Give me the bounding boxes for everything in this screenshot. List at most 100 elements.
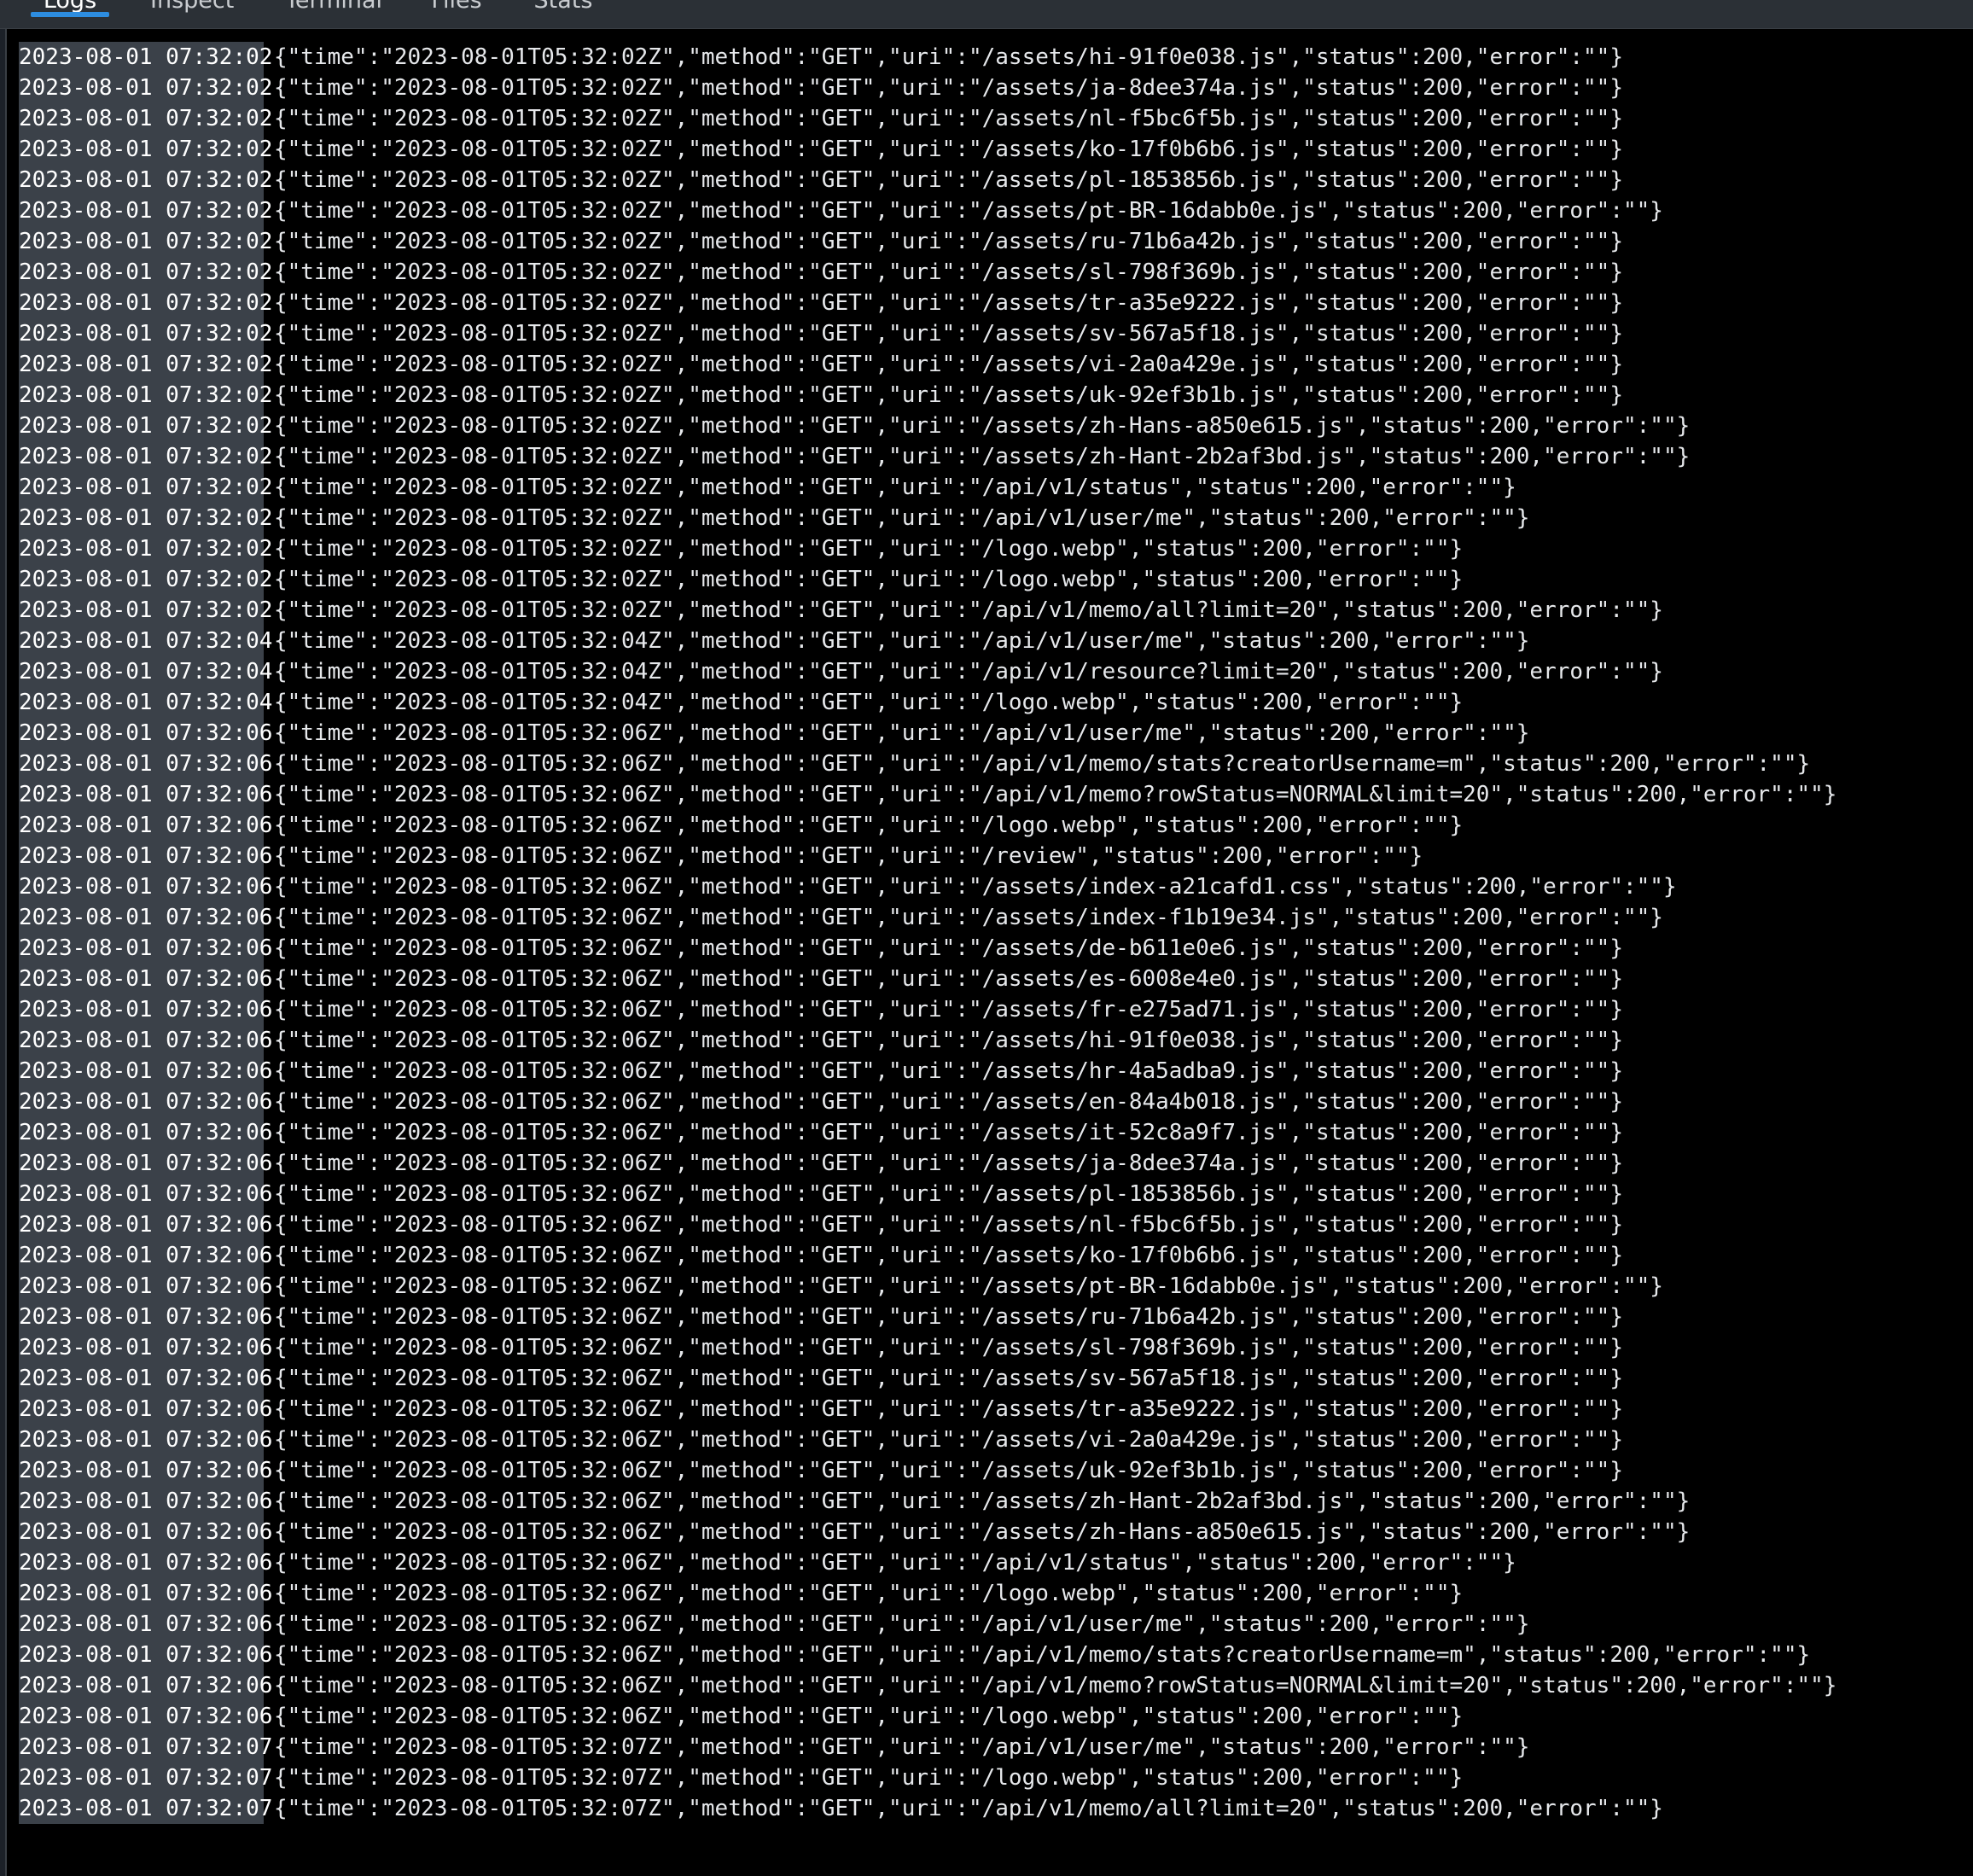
log-message: {"time":"2023-08-01T05:32:07Z","method":… bbox=[274, 1796, 1663, 1821]
log-line: 2023-08-01 07:32:02{"time":"2023-08-01T0… bbox=[19, 441, 1836, 472]
log-line: 2023-08-01 07:32:06{"time":"2023-08-01T0… bbox=[19, 1240, 1836, 1271]
log-line: 2023-08-01 07:32:04{"time":"2023-08-01T0… bbox=[19, 626, 1836, 656]
log-timestamp: 2023-08-01 07:32:06 bbox=[19, 1209, 272, 1240]
log-message: {"time":"2023-08-01T05:32:06Z","method":… bbox=[274, 1181, 1623, 1207]
log-message: {"time":"2023-08-01T05:32:02Z","method":… bbox=[274, 475, 1516, 500]
log-timestamp: 2023-08-01 07:32:02 bbox=[19, 564, 272, 595]
log-timestamp: 2023-08-01 07:32:04 bbox=[19, 687, 272, 718]
log-message: {"time":"2023-08-01T05:32:02Z","method":… bbox=[274, 290, 1623, 316]
log-message: {"time":"2023-08-01T05:32:06Z","method":… bbox=[274, 1089, 1623, 1115]
log-line: 2023-08-01 07:32:02{"time":"2023-08-01T0… bbox=[19, 380, 1836, 411]
log-line: 2023-08-01 07:32:06{"time":"2023-08-01T0… bbox=[19, 718, 1836, 749]
log-timestamp: 2023-08-01 07:32:06 bbox=[19, 841, 272, 871]
log-timestamp: 2023-08-01 07:32:02 bbox=[19, 257, 272, 288]
log-timestamp: 2023-08-01 07:32:06 bbox=[19, 810, 272, 841]
log-message: {"time":"2023-08-01T05:32:02Z","method":… bbox=[274, 229, 1623, 254]
log-console[interactable]: 2023-08-01 07:32:02{"time":"2023-08-01T0… bbox=[5, 29, 1973, 1876]
tab-logs[interactable]: Logs bbox=[31, 0, 109, 29]
log-message: {"time":"2023-08-01T05:32:06Z","method":… bbox=[274, 966, 1623, 992]
log-line: 2023-08-01 07:32:06{"time":"2023-08-01T0… bbox=[19, 1517, 1836, 1547]
log-line: 2023-08-01 07:32:04{"time":"2023-08-01T0… bbox=[19, 656, 1836, 687]
log-timestamp: 2023-08-01 07:32:02 bbox=[19, 318, 272, 349]
log-timestamp: 2023-08-01 07:32:02 bbox=[19, 226, 272, 257]
log-line: 2023-08-01 07:32:06{"time":"2023-08-01T0… bbox=[19, 1179, 1836, 1209]
log-message: {"time":"2023-08-01T05:32:06Z","method":… bbox=[274, 1120, 1623, 1145]
log-message: {"time":"2023-08-01T05:32:02Z","method":… bbox=[274, 567, 1464, 592]
log-line: 2023-08-01 07:32:06{"time":"2023-08-01T0… bbox=[19, 994, 1836, 1025]
log-message: {"time":"2023-08-01T05:32:06Z","method":… bbox=[274, 1058, 1623, 1084]
log-line: 2023-08-01 07:32:06{"time":"2023-08-01T0… bbox=[19, 810, 1836, 841]
log-timestamp: 2023-08-01 07:32:02 bbox=[19, 441, 272, 472]
log-line: 2023-08-01 07:32:06{"time":"2023-08-01T0… bbox=[19, 1486, 1836, 1517]
log-timestamp: 2023-08-01 07:32:04 bbox=[19, 656, 272, 687]
log-message: {"time":"2023-08-01T05:32:02Z","method":… bbox=[274, 75, 1623, 101]
log-timestamp: 2023-08-01 07:32:02 bbox=[19, 380, 272, 411]
log-line: 2023-08-01 07:32:06{"time":"2023-08-01T0… bbox=[19, 1025, 1836, 1056]
log-timestamp: 2023-08-01 07:32:06 bbox=[19, 964, 272, 994]
log-message: {"time":"2023-08-01T05:32:02Z","method":… bbox=[274, 382, 1623, 408]
log-timestamp: 2023-08-01 07:32:04 bbox=[19, 626, 272, 656]
log-timestamp: 2023-08-01 07:32:06 bbox=[19, 1640, 272, 1670]
log-timestamp: 2023-08-01 07:32:06 bbox=[19, 1087, 272, 1117]
tab-inspect[interactable]: Inspect bbox=[150, 0, 235, 29]
log-line: 2023-08-01 07:32:06{"time":"2023-08-01T0… bbox=[19, 1424, 1836, 1455]
log-line: 2023-08-01 07:32:06{"time":"2023-08-01T0… bbox=[19, 1363, 1836, 1394]
active-tab-indicator bbox=[31, 12, 109, 17]
log-timestamp: 2023-08-01 07:32:06 bbox=[19, 1517, 272, 1547]
app-window: Logs Inspect Terminal Files Stats 2023-0… bbox=[0, 0, 1973, 1876]
log-line: 2023-08-01 07:32:06{"time":"2023-08-01T0… bbox=[19, 779, 1836, 810]
tab-files[interactable]: Files bbox=[430, 0, 483, 29]
log-timestamp: 2023-08-01 07:32:06 bbox=[19, 1148, 272, 1179]
log-line: 2023-08-01 07:32:02{"time":"2023-08-01T0… bbox=[19, 503, 1836, 533]
log-timestamp: 2023-08-01 07:32:06 bbox=[19, 1271, 272, 1302]
log-message: {"time":"2023-08-01T05:32:06Z","method":… bbox=[274, 1489, 1691, 1514]
tab-bar: Logs Inspect Terminal Files Stats bbox=[0, 0, 1973, 29]
tab-label: Inspect bbox=[150, 0, 235, 14]
log-timestamp: 2023-08-01 07:32:06 bbox=[19, 1025, 272, 1056]
log-message: {"time":"2023-08-01T05:32:06Z","method":… bbox=[274, 1642, 1811, 1668]
log-line: 2023-08-01 07:32:07{"time":"2023-08-01T0… bbox=[19, 1762, 1836, 1793]
tab-stats[interactable]: Stats bbox=[533, 0, 594, 29]
log-line: 2023-08-01 07:32:04{"time":"2023-08-01T0… bbox=[19, 687, 1836, 718]
log-line: 2023-08-01 07:32:07{"time":"2023-08-01T0… bbox=[19, 1732, 1836, 1762]
log-message: {"time":"2023-08-01T05:32:06Z","method":… bbox=[274, 751, 1811, 777]
log-line: 2023-08-01 07:32:02{"time":"2023-08-01T0… bbox=[19, 103, 1836, 134]
log-timestamp: 2023-08-01 07:32:06 bbox=[19, 1609, 272, 1640]
log-line: 2023-08-01 07:32:02{"time":"2023-08-01T0… bbox=[19, 134, 1836, 165]
log-message: {"time":"2023-08-01T05:32:06Z","method":… bbox=[274, 1581, 1464, 1606]
log-message: {"time":"2023-08-01T05:32:06Z","method":… bbox=[274, 935, 1623, 961]
log-message: {"time":"2023-08-01T05:32:02Z","method":… bbox=[274, 536, 1464, 562]
log-timestamp: 2023-08-01 07:32:06 bbox=[19, 1578, 272, 1609]
log-line: 2023-08-01 07:32:06{"time":"2023-08-01T0… bbox=[19, 902, 1836, 933]
log-line: 2023-08-01 07:32:06{"time":"2023-08-01T0… bbox=[19, 871, 1836, 902]
log-line: 2023-08-01 07:32:02{"time":"2023-08-01T0… bbox=[19, 73, 1836, 103]
log-message: {"time":"2023-08-01T05:32:06Z","method":… bbox=[274, 905, 1663, 930]
log-timestamp: 2023-08-01 07:32:02 bbox=[19, 472, 272, 503]
log-line: 2023-08-01 07:32:02{"time":"2023-08-01T0… bbox=[19, 564, 1836, 595]
log-timestamp: 2023-08-01 07:32:06 bbox=[19, 1240, 272, 1271]
log-timestamp: 2023-08-01 07:32:06 bbox=[19, 1117, 272, 1148]
tab-terminal[interactable]: Terminal bbox=[283, 0, 384, 29]
log-timestamp: 2023-08-01 07:32:02 bbox=[19, 349, 272, 380]
log-message: {"time":"2023-08-01T05:32:06Z","method":… bbox=[274, 1335, 1623, 1360]
log-timestamp: 2023-08-01 07:32:02 bbox=[19, 42, 272, 73]
log-line: 2023-08-01 07:32:02{"time":"2023-08-01T0… bbox=[19, 411, 1836, 441]
log-timestamp: 2023-08-01 07:32:06 bbox=[19, 1302, 272, 1332]
log-timestamp: 2023-08-01 07:32:06 bbox=[19, 1486, 272, 1517]
log-timestamp: 2023-08-01 07:32:02 bbox=[19, 134, 272, 165]
log-timestamp: 2023-08-01 07:32:02 bbox=[19, 288, 272, 318]
log-line: 2023-08-01 07:32:02{"time":"2023-08-01T0… bbox=[19, 288, 1836, 318]
log-timestamp: 2023-08-01 07:32:06 bbox=[19, 902, 272, 933]
log-message: {"time":"2023-08-01T05:32:02Z","method":… bbox=[274, 44, 1623, 70]
log-timestamp: 2023-08-01 07:32:06 bbox=[19, 749, 272, 779]
log-message: {"time":"2023-08-01T05:32:06Z","method":… bbox=[274, 843, 1423, 869]
log-line: 2023-08-01 07:32:02{"time":"2023-08-01T0… bbox=[19, 349, 1836, 380]
log-timestamp: 2023-08-01 07:32:02 bbox=[19, 503, 272, 533]
log-timestamp: 2023-08-01 07:32:02 bbox=[19, 595, 272, 626]
log-timestamp: 2023-08-01 07:32:06 bbox=[19, 1670, 272, 1701]
log-timestamp: 2023-08-01 07:32:06 bbox=[19, 1424, 272, 1455]
log-timestamp: 2023-08-01 07:32:06 bbox=[19, 1363, 272, 1394]
log-line: 2023-08-01 07:32:06{"time":"2023-08-01T0… bbox=[19, 933, 1836, 964]
log-line: 2023-08-01 07:32:06{"time":"2023-08-01T0… bbox=[19, 1148, 1836, 1179]
log-message: {"time":"2023-08-01T05:32:02Z","method":… bbox=[274, 167, 1623, 193]
